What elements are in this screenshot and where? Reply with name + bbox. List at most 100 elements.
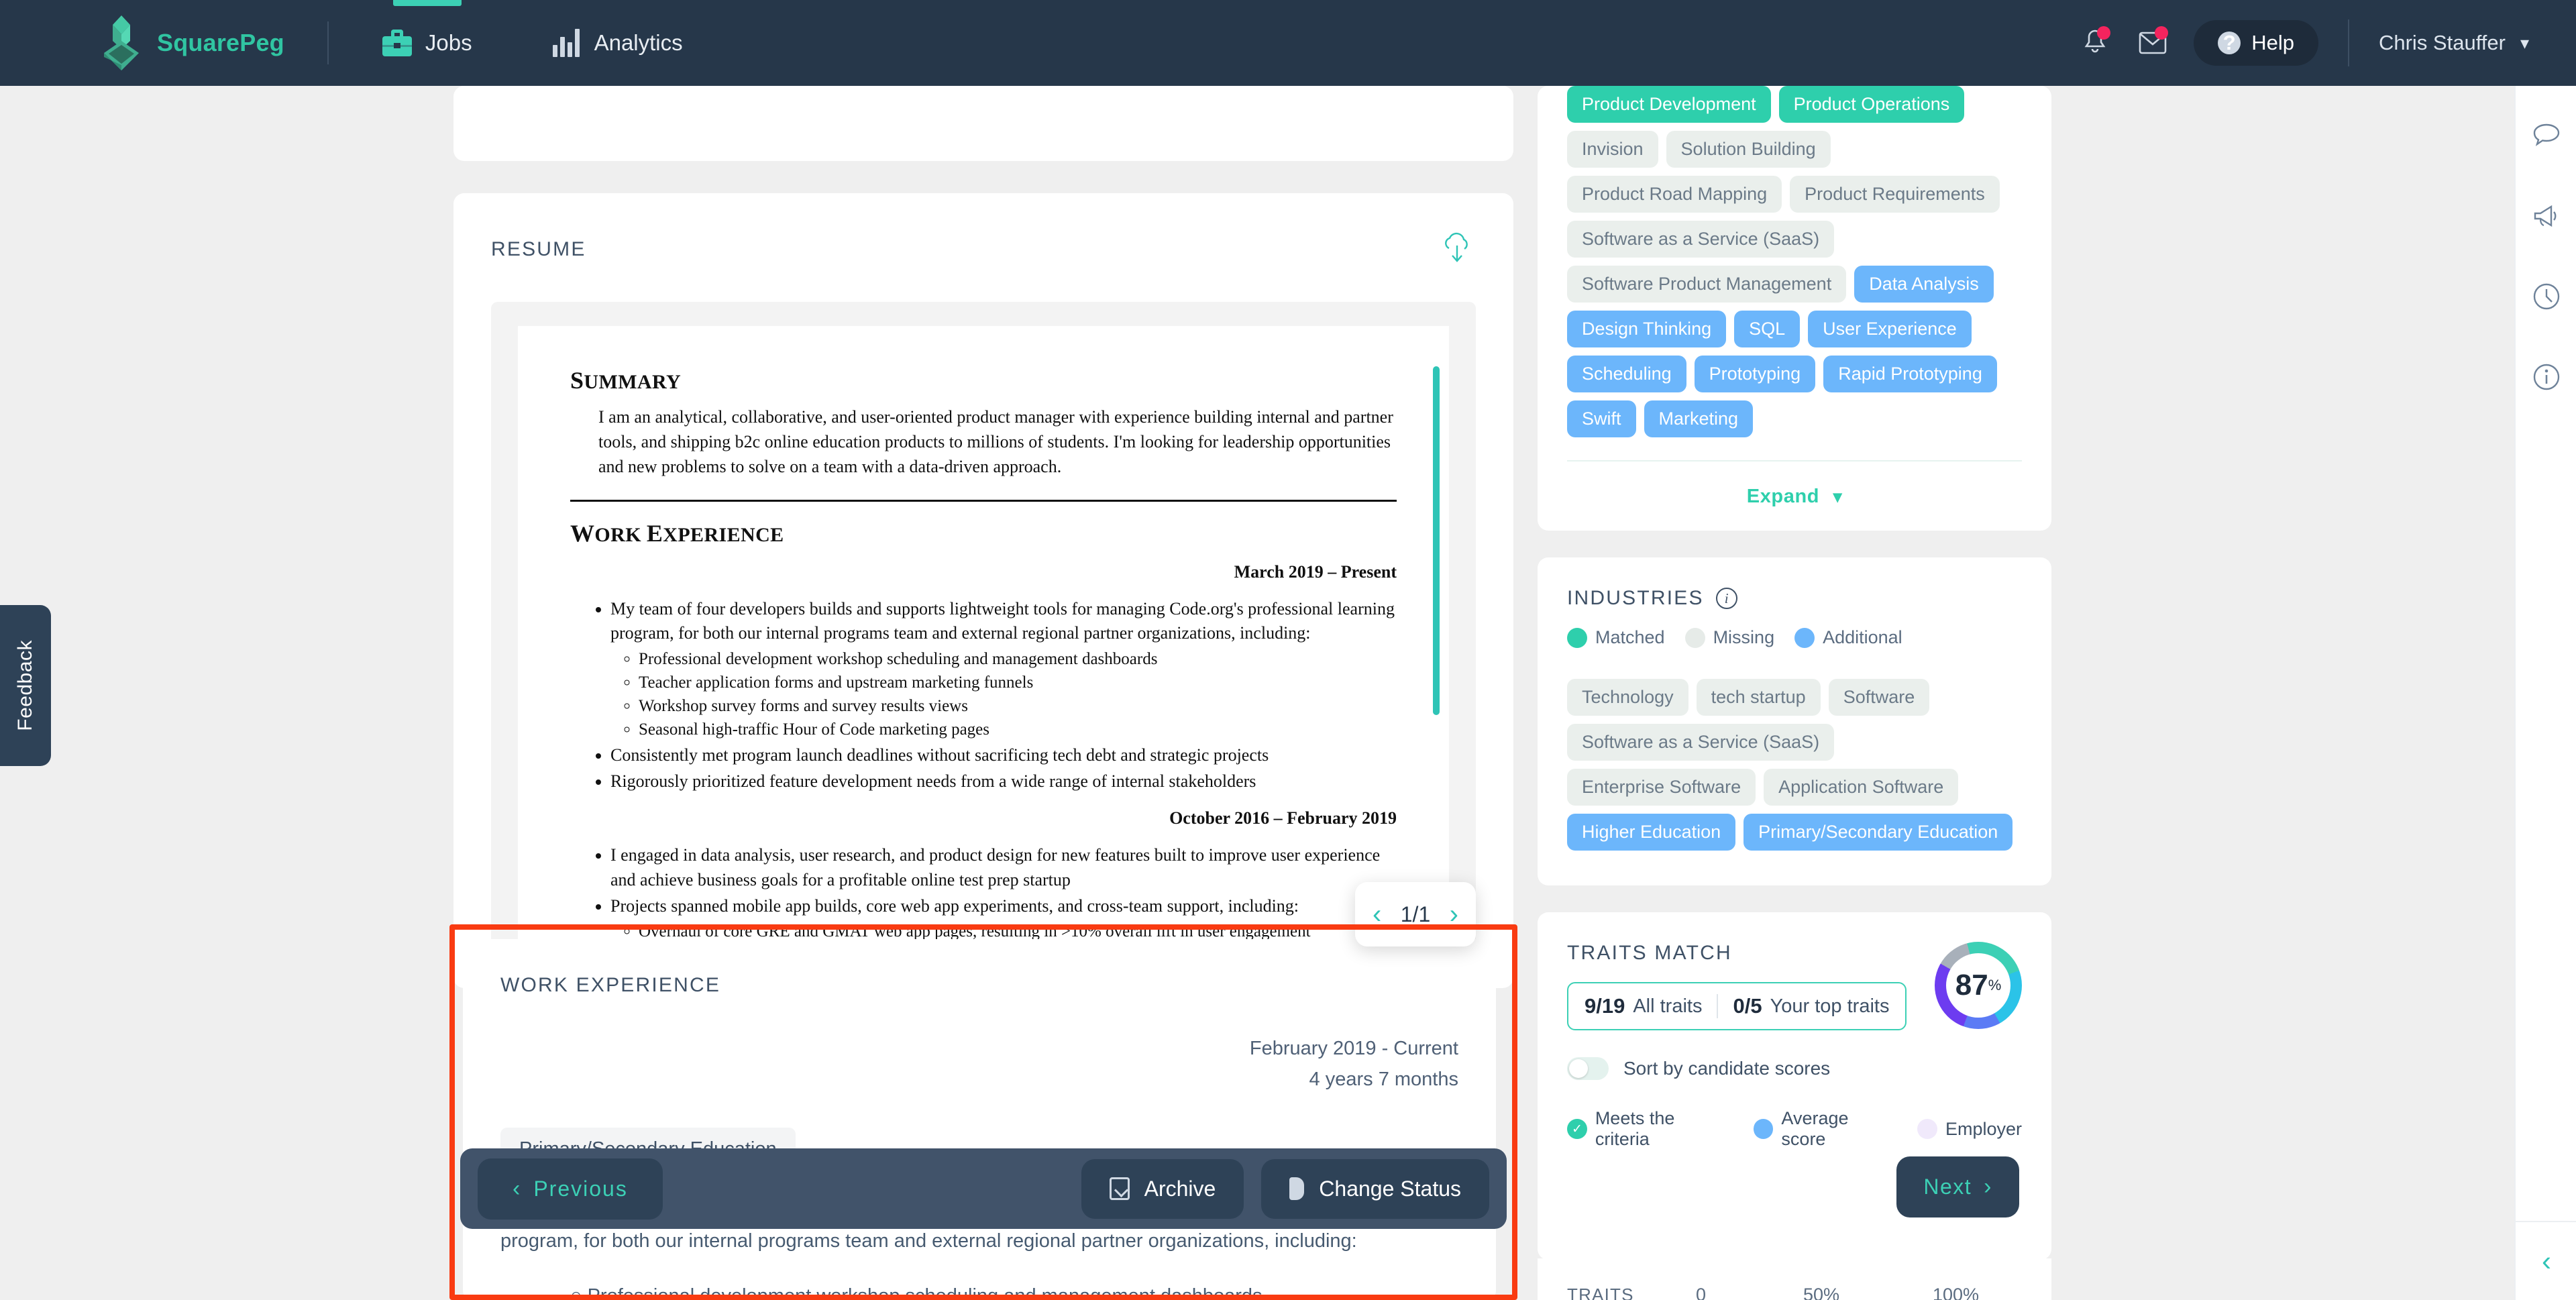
legend-label: Average score (1781, 1108, 1849, 1149)
top-traits-value: 0/5 (1733, 994, 1762, 1018)
archive-button-label: Archive (1144, 1176, 1216, 1201)
skill-tag[interactable]: Swift (1567, 400, 1636, 437)
cloud-download-icon[interactable] (1438, 231, 1476, 268)
center-column: RESUME SSummaryUMMARY I am an analytical… (449, 86, 1517, 1300)
skill-tag[interactable]: Design Thinking (1567, 311, 1727, 347)
skill-tag[interactable]: SQL (1734, 311, 1801, 347)
legend-dot-matched (1567, 627, 1587, 648)
feedback-tab-label: Feedback (14, 640, 36, 731)
skill-tag[interactable]: Data Analysis (1854, 266, 1994, 303)
resume-bullet-text: My team of four developers builds and su… (610, 598, 1395, 643)
traits-legend: ✓ Meets the criteria Average score Emplo… (1567, 1108, 2022, 1150)
change-status-button[interactable]: Change Status (1261, 1158, 1489, 1219)
previous-button[interactable]: ‹ Previous (478, 1158, 663, 1220)
industry-tag[interactable]: Enterprise Software (1567, 769, 1756, 806)
resume-viewport[interactable]: SSummaryUMMARY I am an analytical, colla… (491, 302, 1476, 979)
resume-scroll-indicator[interactable] (1433, 366, 1440, 715)
bar-chart-icon (552, 29, 581, 57)
resume-job-1-dates: October 2016 – February 2019 (1169, 808, 1397, 828)
megaphone-icon[interactable] (2516, 185, 2576, 247)
chat-bubble-icon[interactable] (2516, 105, 2576, 166)
previous-button-label: Previous (533, 1176, 628, 1201)
briefcase-icon (382, 30, 412, 56)
pager-previous-icon[interactable]: ‹ (1373, 901, 1381, 928)
status-flag-icon (1289, 1177, 1305, 1200)
nav-right-group: ? Help Chris Stauffer ▾ (2066, 14, 2529, 72)
next-button[interactable]: Next › (1896, 1156, 2019, 1217)
skill-tag[interactable]: Scheduling (1567, 356, 1686, 392)
skill-tag[interactable]: Software Product Management (1567, 266, 1847, 303)
skills-tag-list: Product Development Product Operations I… (1567, 86, 2022, 437)
page-body: RESUME SSummaryUMMARY I am an analytical… (0, 86, 2576, 1300)
messages-button[interactable] (2124, 14, 2182, 72)
industry-tag[interactable]: tech startup (1696, 679, 1821, 716)
user-menu[interactable]: Chris Stauffer ▾ (2379, 31, 2529, 55)
legend-label: Missing (1713, 627, 1775, 647)
industry-tag[interactable]: Software as a Service (SaaS) (1567, 724, 1835, 761)
notifications-badge (2097, 26, 2111, 40)
nav-item-analytics[interactable]: Analytics (526, 0, 710, 86)
notifications-button[interactable] (2066, 14, 2124, 72)
legend-dot-additional (1794, 627, 1815, 648)
skill-tag[interactable]: Rapid Prototyping (1823, 356, 1997, 392)
info-icon[interactable] (2516, 346, 2576, 408)
resume-bullet: My team of four developers builds and su… (610, 597, 1397, 741)
legend-label: Matched (1595, 627, 1665, 647)
chart-title: TRAITS (1567, 1284, 1634, 1300)
brand-logo[interactable]: SquarePeg (101, 14, 284, 72)
skill-tag[interactable]: Prototyping (1694, 356, 1816, 392)
pager-next-icon[interactable]: › (1450, 901, 1458, 928)
skill-tag[interactable]: User Experience (1808, 311, 1972, 347)
feedback-tab[interactable]: Feedback (0, 605, 51, 766)
industry-tag[interactable]: Primary/Secondary Education (1743, 814, 2013, 851)
info-icon[interactable]: i (1715, 588, 1737, 609)
resume-document-page: SSummaryUMMARY I am an analytical, colla… (518, 326, 1449, 979)
resume-summary-body: I am an analytical, collaborative, and u… (598, 407, 1393, 476)
industry-tag[interactable]: Higher Education (1567, 814, 1736, 851)
chart-tick-50: 50% (1803, 1284, 1840, 1300)
nav-item-jobs[interactable]: Jobs (356, 0, 499, 86)
skill-tag[interactable]: Product Development (1567, 86, 1771, 123)
sort-by-scores-row: Sort by candidate scores (1567, 1057, 2022, 1080)
dot-icon (1917, 1119, 1937, 1139)
legend-dot-missing (1684, 627, 1705, 648)
skill-tag[interactable]: Marketing (1644, 400, 1754, 437)
legend-label: Employer (1945, 1118, 2022, 1139)
skill-tag[interactable]: Product Road Mapping (1567, 176, 1782, 213)
work-experience-section-title: WORK EXPERIENCE (500, 974, 721, 996)
skill-tag[interactable]: Software as a Service (SaaS) (1567, 221, 1835, 258)
right-column: Product Development Product Operations I… (1538, 86, 2051, 1300)
sort-by-scores-toggle[interactable] (1567, 1057, 1609, 1080)
work-experience-date-range: February 2019 - Current (1249, 1038, 1458, 1059)
skill-tag[interactable]: Solution Building (1666, 131, 1831, 168)
skills-expand-button[interactable]: Expand ▾ (1567, 460, 2022, 531)
resume-bullet: I engaged in data analysis, user researc… (610, 843, 1397, 892)
card-stub-above-resume (453, 86, 1513, 161)
right-icon-rail: ‹ (2514, 86, 2576, 1300)
legend-label: Additional (1823, 627, 1902, 647)
help-button[interactable]: ? Help (2194, 20, 2318, 66)
skill-tag[interactable]: Product Requirements (1790, 176, 2000, 213)
bottom-action-bar: ‹ Previous Archive Change Status (460, 1148, 1507, 1229)
clock-icon[interactable] (2516, 266, 2576, 327)
nav-item-jobs-label: Jobs (425, 30, 472, 55)
archive-button[interactable]: Archive (1081, 1158, 1244, 1219)
industry-tag[interactable]: Application Software (1764, 769, 1959, 806)
skill-tag[interactable]: Invision (1567, 131, 1658, 168)
skills-card: Product Development Product Operations I… (1538, 86, 2051, 531)
resume-summary-heading: SSummaryUMMARY (570, 367, 682, 394)
top-navigation-bar: SquarePeg Jobs Analytics ? Help Chris St… (0, 0, 2576, 86)
industry-tag[interactable]: Software (1828, 679, 1930, 716)
collapse-panel-button[interactable]: ‹ (2516, 1221, 2576, 1300)
traits-match-counts[interactable]: 9/19 All traits 0/5 Your top traits (1567, 982, 1907, 1030)
traits-chart: TRAITS 0 50% 100% Detail Oriented 66% (1538, 1258, 2051, 1300)
chevron-right-icon: › (1984, 1174, 1992, 1199)
match-score-donut: 87% (1935, 942, 2022, 1029)
traits-match-header: TRAITS MATCH 9/19 All traits 0/5 Your to… (1567, 942, 2022, 1030)
user-name-label: Chris Stauffer (2378, 31, 2506, 54)
action-bar-right-group: Archive Change Status (1081, 1158, 1489, 1219)
chevron-left-icon: ‹ (2542, 1245, 2551, 1277)
industry-tag[interactable]: Technology (1567, 679, 1688, 716)
legend-label: Meets the criteria (1595, 1108, 1675, 1149)
skill-tag[interactable]: Product Operations (1778, 86, 1965, 123)
